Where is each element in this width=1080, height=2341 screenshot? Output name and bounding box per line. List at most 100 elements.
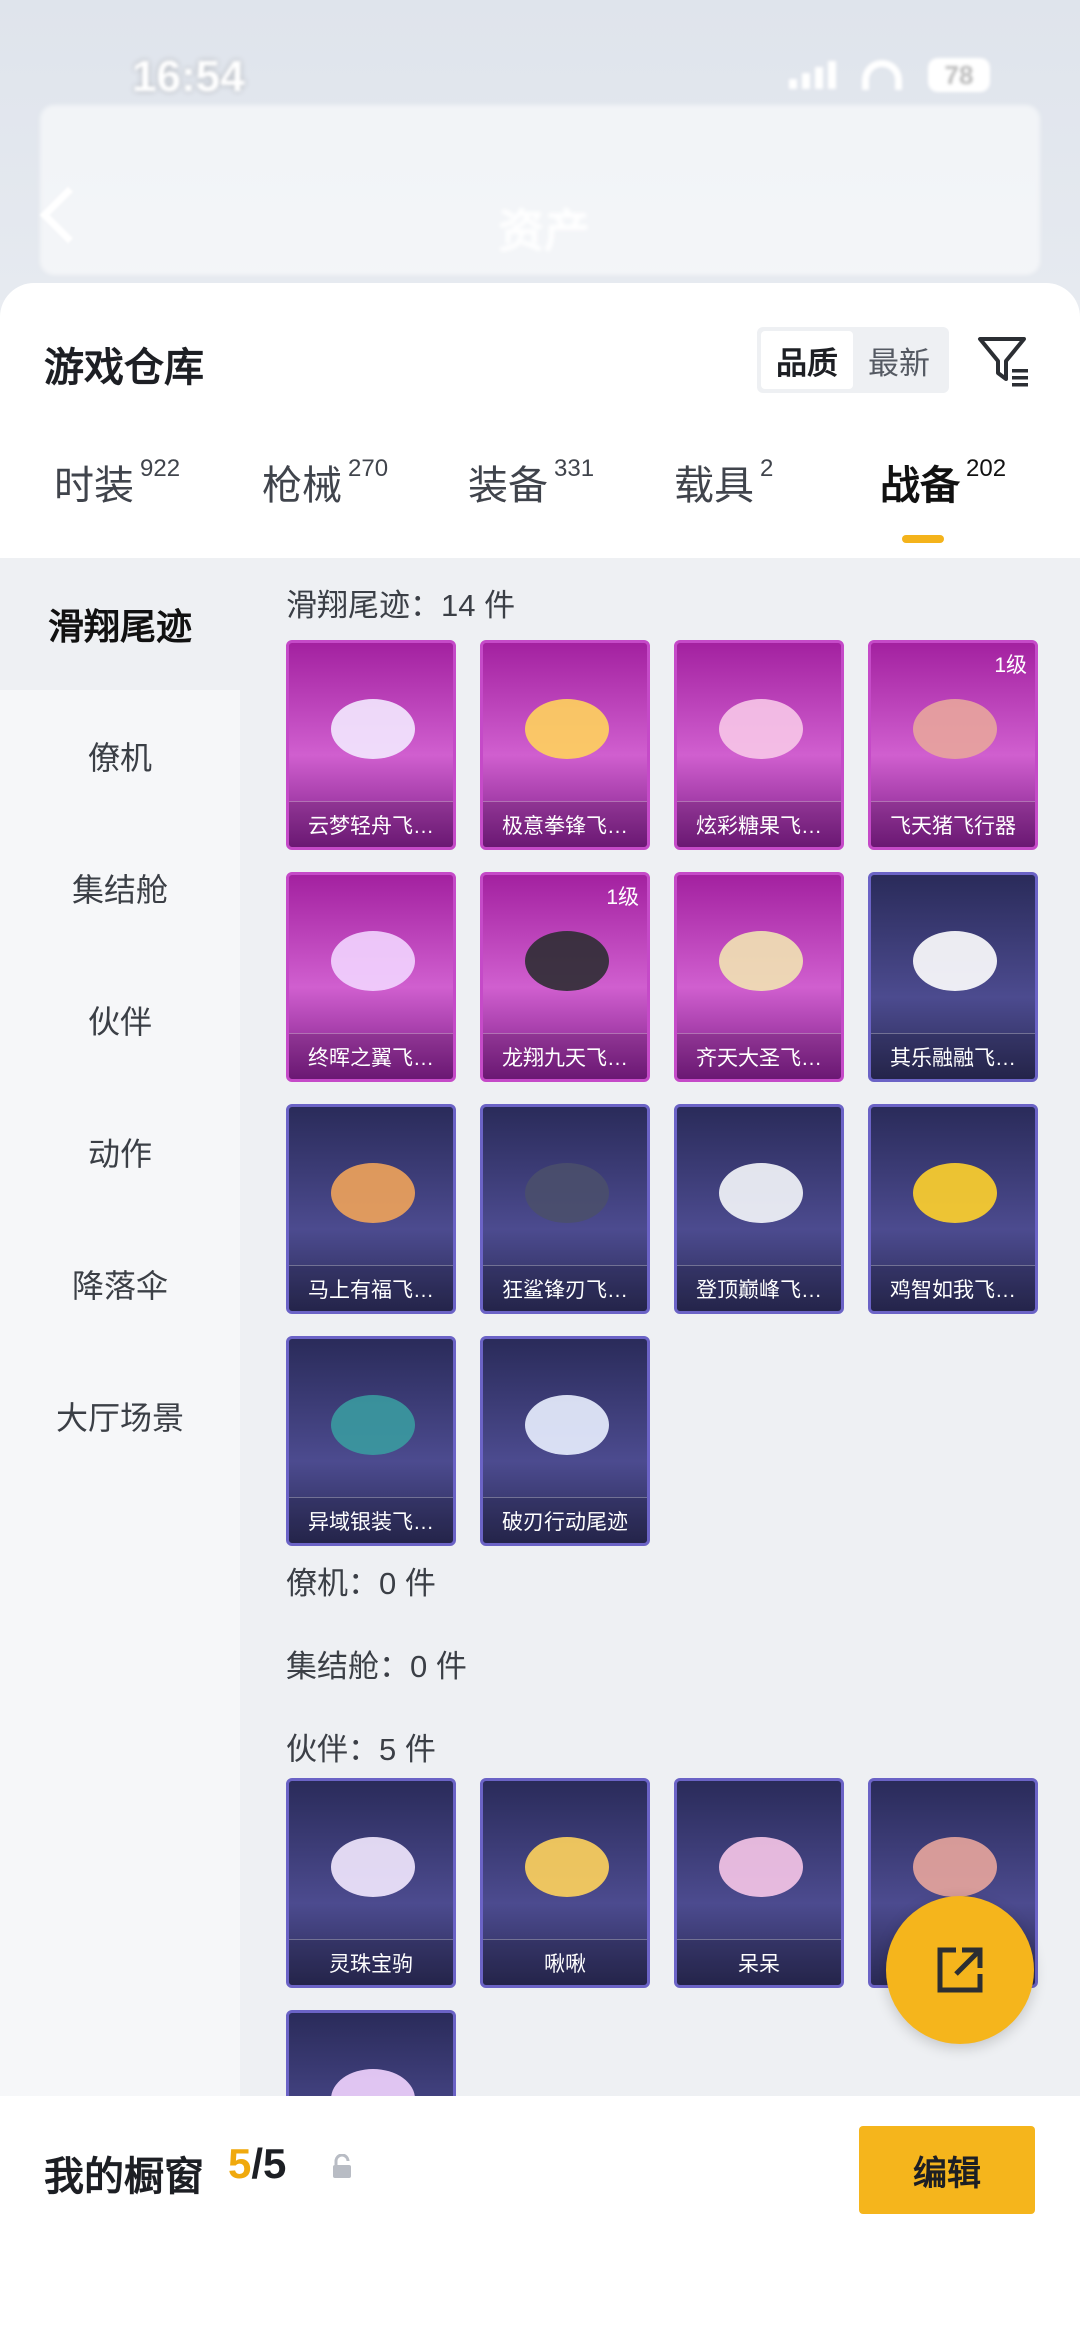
partner-item-artwork bbox=[331, 1837, 415, 1897]
warehouse-sheet: 游戏仓库 品质 最新 时装 922 枪械 270 装备 331 载具 2 战备 … bbox=[0, 283, 1080, 2341]
sidebar-item-action[interactable]: 动作 bbox=[0, 1086, 240, 1218]
sheet-title: 游戏仓库 bbox=[44, 346, 204, 390]
glide-trail-item-card[interactable]: 极意拳锋飞… bbox=[480, 640, 650, 850]
partner-item-card[interactable]: 呆呆 bbox=[674, 1778, 844, 1988]
tab-label: 装备 bbox=[468, 464, 548, 508]
item-name: 飞天猪飞行器 bbox=[871, 801, 1035, 847]
showcase-total: /5 bbox=[251, 2140, 287, 2187]
nav-title: 资产 bbox=[498, 205, 590, 257]
tab-count: 202 bbox=[966, 455, 1007, 482]
category-sidebar: 滑翔尾迹 僚机 集结舱 伙伴 动作 降落伞 大厅场景 bbox=[0, 558, 240, 2323]
glide-trail-item-artwork bbox=[331, 699, 415, 759]
glide-trail-item-artwork bbox=[913, 931, 997, 991]
tab-label: 载具 bbox=[674, 464, 754, 508]
glide-trail-item-artwork bbox=[913, 699, 997, 759]
sidebar-item-lobby-scene[interactable]: 大厅场景 bbox=[0, 1350, 240, 1482]
glide-trail-item-card[interactable]: 炫彩糖果飞… bbox=[674, 640, 844, 850]
sidebar-item-capsule[interactable]: 集结舱 bbox=[0, 822, 240, 954]
share-button[interactable] bbox=[886, 1896, 1034, 2044]
item-level-badge: 1级 bbox=[606, 886, 639, 909]
tab-label: 枪械 bbox=[262, 464, 342, 508]
lock-icon bbox=[333, 2154, 351, 2178]
active-tab-indicator bbox=[902, 535, 944, 543]
tab-count: 270 bbox=[348, 455, 389, 482]
section-title-capsule: 集结舱：0 件 bbox=[286, 1649, 467, 1684]
glide-trail-item-artwork bbox=[719, 699, 803, 759]
item-name: 其乐融融飞… bbox=[871, 1033, 1035, 1079]
signal-icon bbox=[789, 61, 836, 89]
tab-fashion[interactable]: 时装 922 bbox=[54, 453, 180, 511]
item-name: 破刃行动尾迹 bbox=[483, 1497, 647, 1543]
sort-newest-option[interactable]: 最新 bbox=[853, 331, 945, 389]
tab-count: 2 bbox=[760, 455, 774, 482]
item-name: 啾啾 bbox=[483, 1939, 647, 1985]
glide-trail-item-card[interactable]: 狂鲨锋刃飞… bbox=[480, 1104, 650, 1314]
showcase-count: 5/5 bbox=[228, 2140, 286, 2188]
status-time: 16:54 bbox=[132, 52, 245, 101]
category-tabs: 时装 922 枪械 270 装备 331 载具 2 战备 202 bbox=[0, 453, 1080, 543]
glide-trail-item-artwork bbox=[719, 1163, 803, 1223]
partner-item-card[interactable]: 啾啾 bbox=[480, 1778, 650, 1988]
glide-trail-item-card[interactable]: 鸡智如我飞… bbox=[868, 1104, 1038, 1314]
sidebar-item-wingman[interactable]: 僚机 bbox=[0, 690, 240, 822]
item-name: 异域银装飞… bbox=[289, 1497, 453, 1543]
item-name: 齐天大圣飞… bbox=[677, 1033, 841, 1079]
showcase-current: 5 bbox=[228, 2140, 252, 2187]
glide-trail-item-card[interactable]: 齐天大圣飞… bbox=[674, 872, 844, 1082]
glide-trail-item-artwork bbox=[525, 1395, 609, 1455]
item-name: 终晖之翼飞… bbox=[289, 1033, 453, 1079]
glide-trail-item-card[interactable]: 1级 飞天猪飞行器 bbox=[868, 640, 1038, 850]
glide-trail-item-card[interactable]: 云梦轻舟飞… bbox=[286, 640, 456, 850]
partner-item-card[interactable]: 灵珠宝驹 bbox=[286, 1778, 456, 1988]
glide-trail-item-artwork bbox=[331, 931, 415, 991]
section-title-glide-trail: 滑翔尾迹：14 件 bbox=[286, 588, 516, 623]
glide-trail-item-artwork bbox=[913, 1163, 997, 1223]
showcase-bar: 我的橱窗 5/5 编辑 bbox=[0, 2096, 1080, 2341]
tab-count: 331 bbox=[554, 455, 595, 482]
item-name: 狂鲨锋刃飞… bbox=[483, 1265, 647, 1311]
item-name: 登顶巅峰飞… bbox=[677, 1265, 841, 1311]
section-title-partner: 伙伴：5 件 bbox=[286, 1732, 436, 1767]
glide-trail-item-card[interactable]: 马上有福飞… bbox=[286, 1104, 456, 1314]
section-title-wingman: 僚机：0 件 bbox=[286, 1566, 436, 1601]
external-link-icon bbox=[937, 1947, 983, 1993]
tab-battle-gear[interactable]: 战备 202 bbox=[880, 453, 1006, 511]
battery-icon: 78 bbox=[928, 58, 990, 92]
tab-vehicles[interactable]: 载具 2 bbox=[674, 453, 773, 511]
glide-trail-item-card[interactable]: 其乐融融飞… bbox=[868, 872, 1038, 1082]
sidebar-item-partner[interactable]: 伙伴 bbox=[0, 954, 240, 1086]
item-name: 云梦轻舟飞… bbox=[289, 801, 453, 847]
filter-icon[interactable] bbox=[976, 333, 1032, 389]
partner-item-artwork bbox=[525, 1837, 609, 1897]
item-name: 马上有福飞… bbox=[289, 1265, 453, 1311]
item-name: 鸡智如我飞… bbox=[871, 1265, 1035, 1311]
glide-trail-item-card[interactable]: 登顶巅峰飞… bbox=[674, 1104, 844, 1314]
tab-count: 922 bbox=[140, 455, 181, 482]
edit-button[interactable]: 编辑 bbox=[859, 2126, 1035, 2214]
tab-guns[interactable]: 枪械 270 bbox=[262, 453, 388, 511]
glide-trail-item-card[interactable]: 异域银装飞… bbox=[286, 1336, 456, 1546]
sidebar-item-glide-trail[interactable]: 滑翔尾迹 bbox=[0, 558, 240, 690]
glide-trail-item-card[interactable]: 1级龙翔九天飞… bbox=[480, 872, 650, 1082]
glide-trail-item-artwork bbox=[525, 1163, 609, 1223]
tab-label: 时装 bbox=[54, 464, 134, 508]
item-name: 灵珠宝驹 bbox=[289, 1939, 453, 1985]
showcase-title: 我的橱窗 bbox=[44, 2155, 204, 2199]
item-name: 呆呆 bbox=[677, 1939, 841, 1985]
glide-trail-item-artwork bbox=[331, 1395, 415, 1455]
glide-trail-item-artwork bbox=[525, 931, 609, 991]
content-area: 滑翔尾迹 僚机 集结舱 伙伴 动作 降落伞 大厅场景 滑翔尾迹：14 件 云梦轻… bbox=[0, 558, 1080, 2323]
item-name: 极意拳锋飞… bbox=[483, 801, 647, 847]
item-name: 龙翔九天飞… bbox=[483, 1033, 647, 1079]
glide-trail-item-artwork bbox=[719, 931, 803, 991]
tab-label: 战备 bbox=[880, 464, 960, 508]
sort-quality-option[interactable]: 品质 bbox=[761, 331, 853, 389]
sidebar-item-parachute[interactable]: 降落伞 bbox=[0, 1218, 240, 1350]
glide-trail-item-artwork bbox=[525, 699, 609, 759]
tab-equipment[interactable]: 装备 331 bbox=[468, 453, 594, 511]
glide-trail-item-card[interactable]: 破刃行动尾迹 bbox=[480, 1336, 650, 1546]
item-name: 炫彩糖果飞… bbox=[677, 801, 841, 847]
partner-item-artwork bbox=[719, 1837, 803, 1897]
status-icons: 78 bbox=[789, 58, 990, 92]
glide-trail-item-card[interactable]: 终晖之翼飞… bbox=[286, 872, 456, 1082]
